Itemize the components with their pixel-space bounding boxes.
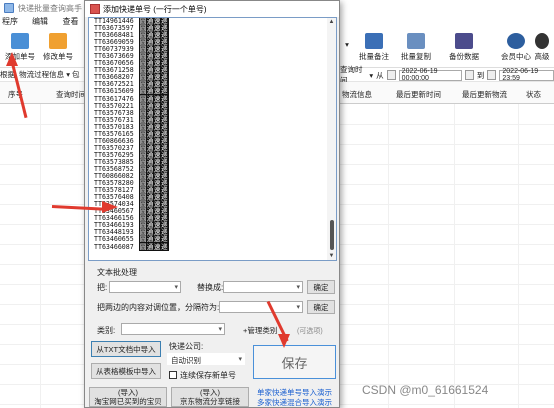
chevron-down-icon: ▾ [296, 304, 300, 311]
date-from-checkbox[interactable] [386, 70, 396, 80]
backup-button[interactable]: 备份数据 [444, 31, 484, 65]
annotation-arrow-head [102, 201, 118, 213]
add-tracking-dialog: 添加快递单号 (一行一个单号) TT14961446 圆通速递 TT63673597… [84, 0, 340, 408]
tracking-number: TT63466087 [94, 242, 134, 251]
filter-by-label: 包 [72, 70, 80, 79]
date-from-input[interactable]: 2022-06-19 00:00:00 [398, 68, 462, 82]
tracking-number-line: TT63466087 圆通速递 [94, 242, 170, 251]
grid-divider [388, 104, 389, 408]
annotation-arrow-head [278, 334, 290, 348]
batch-note-button[interactable]: 批量备注 [354, 31, 394, 65]
scroll-thumb[interactable] [330, 220, 334, 250]
advanced-label: 高级 [534, 52, 550, 61]
chevron-down-icon: ▾ [174, 284, 178, 291]
watermark: CSDN @m0_61661524 [362, 383, 489, 397]
column-header-query-time[interactable]: 查询时间 [56, 89, 86, 100]
date-filter: 查询时间 ▾ 从 2022-06-19 00:00:00 到 2022-06-1… [340, 65, 554, 85]
edit-tracking-label: 修改单号 [43, 52, 73, 61]
continuous-save-label: 连续保存新单号 [180, 371, 236, 380]
backup-label: 备份数据 [449, 52, 479, 61]
batch-copy-label: 批量复制 [401, 52, 431, 61]
replace-confirm-button[interactable]: 确定 [307, 280, 335, 294]
scroll-down-icon[interactable]: ▼ [328, 253, 335, 259]
floppy-disk-icon [455, 33, 473, 49]
member-center-label: 会员中心 [501, 52, 531, 61]
column-header-status[interactable]: 状态 [526, 89, 541, 100]
member-icon [507, 33, 525, 49]
save-button[interactable]: 保存 [253, 345, 336, 379]
textarea-scrollbar[interactable]: ▲ ▼ [327, 18, 336, 260]
edit-tracking-button[interactable]: 修改单号 [38, 31, 78, 65]
annotation-arrow-head [6, 52, 18, 66]
manage-category-link[interactable]: +管理类别 [243, 325, 277, 336]
batch-copy-button[interactable]: 批量复制 [396, 31, 436, 65]
grid-divider [40, 104, 41, 408]
replace-from-label: 把: [97, 283, 108, 292]
swap-confirm-button[interactable]: 确定 [307, 300, 335, 314]
grid-divider [518, 104, 519, 408]
import-excel-button[interactable]: 从表格模板中导入 [91, 363, 161, 379]
import-taobao-button[interactable]: (导入) 淘宝网已买到的宝贝 [89, 387, 167, 407]
courier-company-label: 快递公司: [169, 342, 204, 351]
advanced-icon [535, 33, 549, 49]
menu-program[interactable]: 程序(F) [1, 16, 29, 36]
date-to-input[interactable]: 2022-06-19 23:59 [499, 68, 554, 82]
from-label: 从 [376, 70, 384, 80]
courier-tag: 圆通速递 [138, 242, 170, 251]
import-jd-button[interactable]: (导入) 京东物流分享链接 [171, 387, 249, 407]
filter-logistics-select[interactable]: 物流过程信息 [19, 70, 64, 79]
courier-company-select[interactable]: 自动识别 ▾ [167, 353, 245, 365]
tracking-number-list: TT14961446 圆通速递 TT63673597 圆通速递 TT63668481 圆通… [94, 18, 170, 251]
copy-icon [407, 33, 425, 49]
grid-divider [454, 104, 455, 408]
category-combo[interactable]: ▾ [121, 323, 225, 335]
tracking-number-textarea[interactable]: TT14961446 圆通速递 TT63673597 圆通速递 TT63668481 圆通… [88, 17, 337, 261]
optional-hint: (可选项) [297, 328, 323, 335]
batch-note-label: 批量备注 [359, 52, 389, 61]
app-icon [4, 3, 14, 13]
continuous-save-checkbox[interactable] [169, 371, 177, 379]
dialog-titlebar[interactable]: 添加快递单号 (一行一个单号) [85, 1, 339, 17]
chevron-down-icon: ▾ [238, 356, 242, 363]
separator-combo[interactable]: ▾ [219, 301, 303, 313]
column-header-logistics[interactable]: 物流信息 [342, 89, 372, 100]
courier-company-value: 自动识别 [171, 356, 201, 365]
chevron-down-icon: ▾ [296, 284, 300, 291]
edit-pencil-icon [49, 33, 67, 49]
replace-to-combo[interactable]: ▾ [223, 281, 303, 293]
to-label: 到 [476, 70, 485, 80]
menu-edit[interactable]: 编辑(E) [31, 16, 59, 36]
add-document-icon [11, 33, 29, 49]
scroll-up-icon[interactable]: ▲ [328, 19, 335, 25]
chevron-down-icon[interactable]: ▾ [369, 71, 373, 80]
main-window-title: 快递批量查询高手 [18, 3, 82, 13]
dialog-app-icon [90, 4, 100, 14]
note-icon [365, 33, 383, 49]
import-txt-button[interactable]: 从TXT文档中导入 [91, 341, 161, 357]
column-header-last-update-logistics[interactable]: 最后更新物流 [462, 89, 507, 100]
advanced-button[interactable]: 高级 [530, 31, 554, 65]
column-header-last-update-time[interactable]: 最后更新时间 [396, 89, 441, 100]
date-to-checkbox[interactable] [487, 70, 497, 80]
replace-from-combo[interactable]: ▾ [109, 281, 181, 293]
chevron-down-icon: ▾ [218, 326, 222, 333]
main-menubar: 程序(F) 编辑(E) 查看(S) [0, 16, 90, 36]
text-processing-label: 文本批处理 [97, 268, 137, 277]
multi-import-demo-link[interactable]: 多家快递混合导入演示 [257, 397, 332, 408]
toolbar-dropdown-icon[interactable]: ▾ [344, 40, 350, 50]
replace-to-label: 替换成: [197, 283, 224, 292]
swap-label: 把两边的内容对调位置，分隔符为: [97, 303, 220, 312]
category-label: 类别: [97, 326, 116, 335]
dialog-title: 添加快递单号 (一行一个单号) [103, 4, 207, 14]
calendar-icon[interactable] [464, 70, 474, 80]
